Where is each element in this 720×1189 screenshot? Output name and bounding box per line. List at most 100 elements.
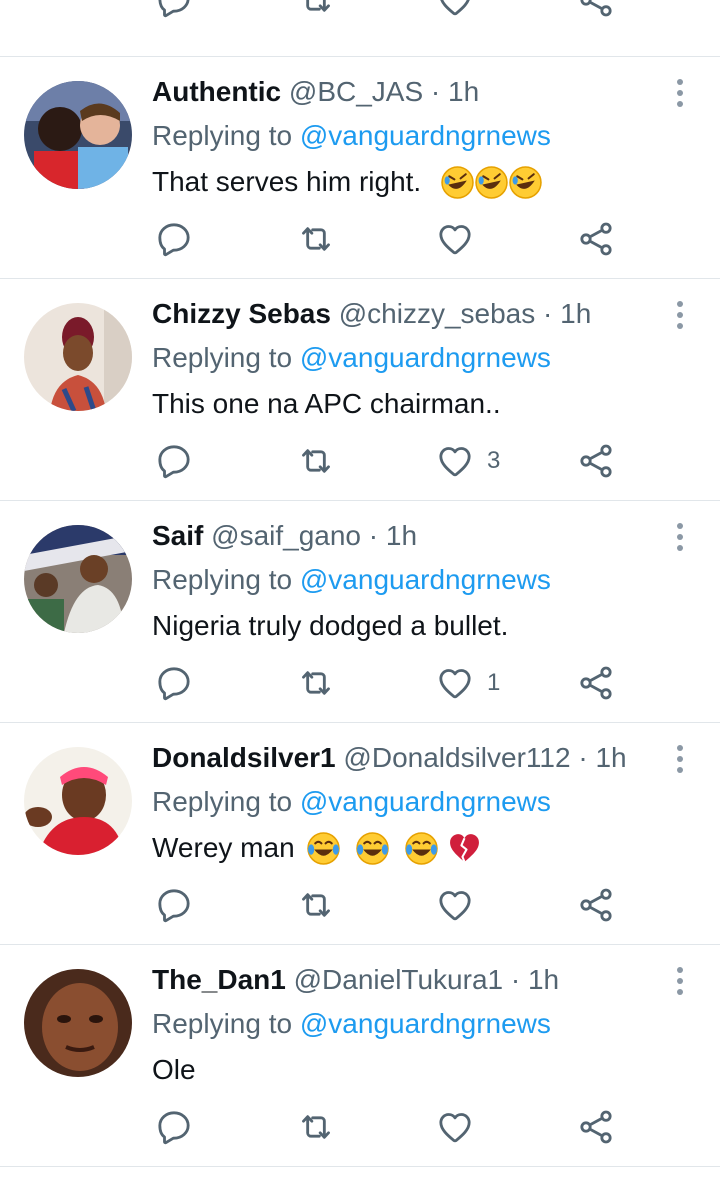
timestamp[interactable]: 1h <box>560 298 591 329</box>
share-button[interactable] <box>576 883 616 927</box>
retweet-icon <box>302 671 330 695</box>
like-button[interactable]: 1 <box>435 661 500 705</box>
heart-icon <box>439 447 471 477</box>
avatar[interactable] <box>24 81 132 189</box>
retweet-button[interactable] <box>296 883 336 927</box>
separator-dot: · <box>510 964 521 995</box>
share-icon <box>580 1110 612 1144</box>
action-row <box>0 1105 720 1149</box>
like-button[interactable] <box>435 1105 487 1149</box>
like-button[interactable] <box>435 0 475 22</box>
reply-tweet[interactable]: Donaldsilver1 @Donaldsilver112 · 1h Repl… <box>0 723 720 945</box>
share-button[interactable] <box>576 1105 616 1149</box>
reply-button[interactable] <box>154 661 194 705</box>
timestamp[interactable]: 1h <box>595 742 626 773</box>
replying-to-line: Replying to @vanguardngrnews <box>152 116 551 156</box>
mention-link[interactable]: @vanguardngrnews <box>300 564 551 595</box>
avatar[interactable] <box>24 747 132 855</box>
retweet-icon <box>302 893 330 917</box>
top-action-row <box>0 0 720 22</box>
share-button[interactable] <box>576 0 616 22</box>
share-button[interactable] <box>576 661 616 705</box>
replying-prefix: Replying to <box>152 120 293 151</box>
reply-tweet[interactable]: Saif @saif_gano · 1h Replying to @vangua… <box>0 501 720 723</box>
retweet-button[interactable] <box>296 1105 336 1149</box>
avatar[interactable] <box>24 525 132 633</box>
action-row: 1 <box>0 661 720 705</box>
more-options-button[interactable] <box>668 521 692 553</box>
replying-to-line: Replying to @vanguardngrnews <box>152 782 551 822</box>
mention-link[interactable]: @vanguardngrnews <box>300 342 551 373</box>
reply-button[interactable] <box>154 883 194 927</box>
separator-dot: · <box>543 298 553 329</box>
more-options-button[interactable] <box>668 77 692 109</box>
reply-button[interactable] <box>154 217 194 261</box>
reply-header: Authentic @BC_JAS · 1h <box>152 72 479 112</box>
more-vertical-icon <box>677 79 683 107</box>
timestamp[interactable]: 1h <box>448 76 479 107</box>
more-vertical-icon <box>677 967 683 995</box>
display-name[interactable]: Chizzy Sebas <box>152 298 331 329</box>
reply-icon <box>158 1111 190 1145</box>
tweet-text-content: Werey man <box>152 832 295 863</box>
mention-link[interactable]: @vanguardngrnews <box>300 120 551 151</box>
reply-tweet[interactable]: Authentic @BC_JAS · 1h Replying to @vang… <box>0 57 720 279</box>
avatar[interactable] <box>24 969 132 1077</box>
like-button[interactable] <box>435 217 487 261</box>
reply-button[interactable] <box>154 1105 194 1149</box>
retweet-button[interactable] <box>296 439 336 483</box>
user-handle[interactable]: @Donaldsilver112 <box>343 742 570 773</box>
user-handle[interactable]: @BC_JAS <box>289 76 423 107</box>
more-options-button[interactable] <box>668 965 692 997</box>
user-handle[interactable]: @chizzy_sebas <box>339 298 536 329</box>
mention-link[interactable]: @vanguardngrnews <box>300 1008 551 1039</box>
reply-button[interactable] <box>154 0 194 22</box>
avatar[interactable] <box>24 303 132 411</box>
reply-header: Donaldsilver1 @Donaldsilver112 · 1h <box>152 738 627 778</box>
heart-icon <box>439 669 471 699</box>
separator-dot: · <box>368 520 379 551</box>
reply-tweet[interactable]: Chizzy Sebas @chizzy_sebas · 1h Replying… <box>0 279 720 501</box>
more-options-button[interactable] <box>668 299 692 331</box>
tweet-text-content: That serves him right. <box>152 166 422 197</box>
retweet-button[interactable] <box>296 217 336 261</box>
like-button[interactable]: 3 <box>435 439 500 483</box>
replying-prefix: Replying to <box>152 342 293 373</box>
tweet-text: That serves him right. <box>152 161 542 203</box>
retweet-icon <box>302 1115 330 1139</box>
retweet-icon <box>302 449 330 473</box>
user-handle[interactable]: @DanielTukura1 <box>294 964 503 995</box>
share-button[interactable] <box>576 217 616 261</box>
replying-to-line: Replying to @vanguardngrnews <box>152 560 551 600</box>
share-button[interactable] <box>576 439 616 483</box>
display-name[interactable]: The_Dan1 <box>152 964 286 995</box>
tweet-text-content: Ole <box>152 1054 196 1085</box>
timestamp[interactable]: 1h <box>386 520 417 551</box>
tweet-text: Nigeria truly dodged a bullet. <box>152 605 508 647</box>
joy-emoji <box>404 831 438 865</box>
display-name[interactable]: Donaldsilver1 <box>152 742 336 773</box>
mention-link[interactable]: @vanguardngrnews <box>300 786 551 817</box>
reply-button[interactable] <box>154 439 194 483</box>
timestamp[interactable]: 1h <box>528 964 559 995</box>
tweet-text: Ole <box>152 1049 196 1091</box>
replying-prefix: Replying to <box>152 564 293 595</box>
replying-to-line: Replying to @vanguardngrnews <box>152 1004 551 1044</box>
broken-heart-emoji <box>448 832 481 865</box>
joy-emoji <box>355 831 389 865</box>
share-icon <box>580 444 612 478</box>
user-handle[interactable]: @saif_gano <box>211 520 361 551</box>
like-button[interactable] <box>435 883 487 927</box>
rofl-emoji <box>475 165 508 199</box>
heart-icon <box>439 891 471 921</box>
replying-prefix: Replying to <box>152 786 293 817</box>
display-name[interactable]: Saif <box>152 520 203 551</box>
more-options-button[interactable] <box>668 743 692 775</box>
retweet-button[interactable] <box>296 0 336 22</box>
reply-tweet[interactable]: The_Dan1 @DanielTukura1 · 1h Replying to… <box>0 945 720 1167</box>
retweet-button[interactable] <box>296 661 336 705</box>
heart-icon <box>439 1113 471 1143</box>
share-icon <box>580 222 612 256</box>
display-name[interactable]: Authentic <box>152 76 281 107</box>
rofl-emoji <box>509 165 542 199</box>
